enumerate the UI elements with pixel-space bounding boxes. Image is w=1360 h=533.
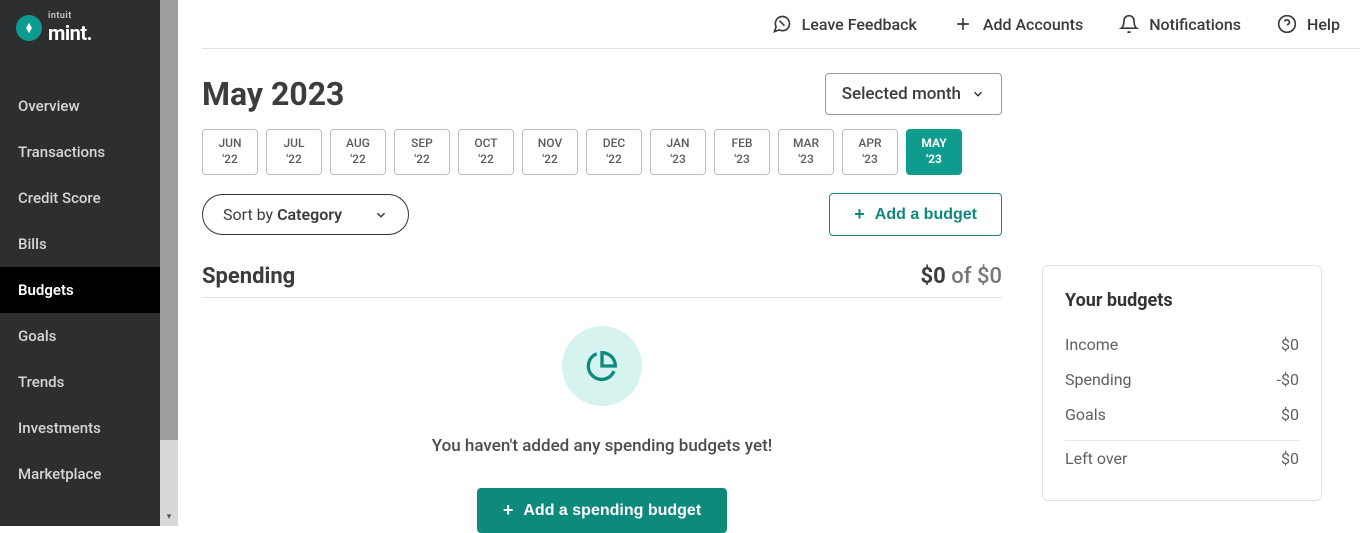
spending-amount: $0 of $0 [921, 264, 1002, 289]
plus-icon [953, 14, 973, 34]
feedback-icon [772, 14, 792, 34]
summary-title: Your budgets [1065, 290, 1299, 311]
month-chip[interactable]: JUL'22 [266, 129, 322, 175]
add-budget-button[interactable]: + Add a budget [829, 193, 1002, 236]
chevron-down-icon [971, 87, 985, 101]
topbar: Leave Feedback Add Accounts Notification… [202, 0, 1360, 49]
scrollbar-down-icon[interactable]: ▾ [160, 508, 178, 526]
pie-chart-icon [562, 326, 642, 406]
main: Leave Feedback Add Accounts Notification… [178, 0, 1360, 526]
month-chip[interactable]: MAR'23 [778, 129, 834, 175]
help-link[interactable]: Help [1277, 14, 1340, 34]
feedback-link[interactable]: Leave Feedback [772, 14, 917, 34]
sidebar-item-overview[interactable]: Overview [0, 83, 160, 129]
add-spending-budget-button[interactable]: + Add a spending budget [477, 488, 727, 533]
summary-row: Spending-$0 [1065, 362, 1299, 397]
spending-title: Spending [202, 264, 295, 289]
month-chip[interactable]: JAN'23 [650, 129, 706, 175]
plus-icon: + [503, 500, 514, 521]
sidebar-item-goals[interactable]: Goals [0, 313, 160, 359]
brand-mint: mint [48, 21, 87, 45]
plus-icon: + [854, 204, 865, 225]
sort-dropdown[interactable]: Sort by Category [202, 194, 409, 235]
empty-message: You haven't added any spending budgets y… [432, 436, 772, 456]
month-chip[interactable]: MAY'23 [906, 129, 962, 175]
brand-logo[interactable]: intuit mint. [0, 0, 160, 57]
month-chip[interactable]: SEP'22 [394, 129, 450, 175]
scrollbar-thumb[interactable] [160, 0, 178, 440]
month-chip[interactable]: DEC'22 [586, 129, 642, 175]
sidebar-item-investments[interactable]: Investments [0, 405, 160, 451]
page-title: May 2023 [202, 75, 344, 113]
sidebar-item-budgets[interactable]: Budgets [0, 267, 160, 313]
mint-leaf-icon [16, 15, 42, 41]
month-chip[interactable]: JUN'22 [202, 129, 258, 175]
add-accounts-link[interactable]: Add Accounts [953, 14, 1083, 34]
month-chip[interactable]: OCT'22 [458, 129, 514, 175]
sidebar-nav: OverviewTransactionsCredit ScoreBillsBud… [0, 83, 160, 497]
brand-intuit: intuit [48, 12, 92, 21]
notifications-link[interactable]: Notifications [1119, 14, 1241, 34]
month-dropdown[interactable]: Selected month [825, 73, 1002, 115]
sidebar: intuit mint. OverviewTransactionsCredit … [0, 0, 160, 526]
empty-state: You haven't added any spending budgets y… [202, 298, 1002, 533]
bell-icon [1119, 14, 1139, 34]
sidebar-item-bills[interactable]: Bills [0, 221, 160, 267]
scrollbar[interactable]: ▾ [160, 0, 178, 526]
summary-row: Income$0 [1065, 327, 1299, 362]
sidebar-item-transactions[interactable]: Transactions [0, 129, 160, 175]
sidebar-item-trends[interactable]: Trends [0, 359, 160, 405]
budgets-summary-card: Your budgets Income$0Spending-$0Goals$0 … [1042, 265, 1322, 501]
summary-leftover-row: Left over $0 [1065, 441, 1299, 476]
sidebar-item-marketplace[interactable]: Marketplace [0, 451, 160, 497]
month-chip[interactable]: NOV'22 [522, 129, 578, 175]
month-chip[interactable]: AUG'22 [330, 129, 386, 175]
month-chip[interactable]: APR'23 [842, 129, 898, 175]
sidebar-item-credit-score[interactable]: Credit Score [0, 175, 160, 221]
summary-row: Goals$0 [1065, 397, 1299, 432]
chevron-down-icon [374, 208, 388, 222]
help-icon [1277, 14, 1297, 34]
month-chip[interactable]: FEB'23 [714, 129, 770, 175]
month-selector: JUN'22JUL'22AUG'22SEP'22OCT'22NOV'22DEC'… [202, 129, 1002, 175]
